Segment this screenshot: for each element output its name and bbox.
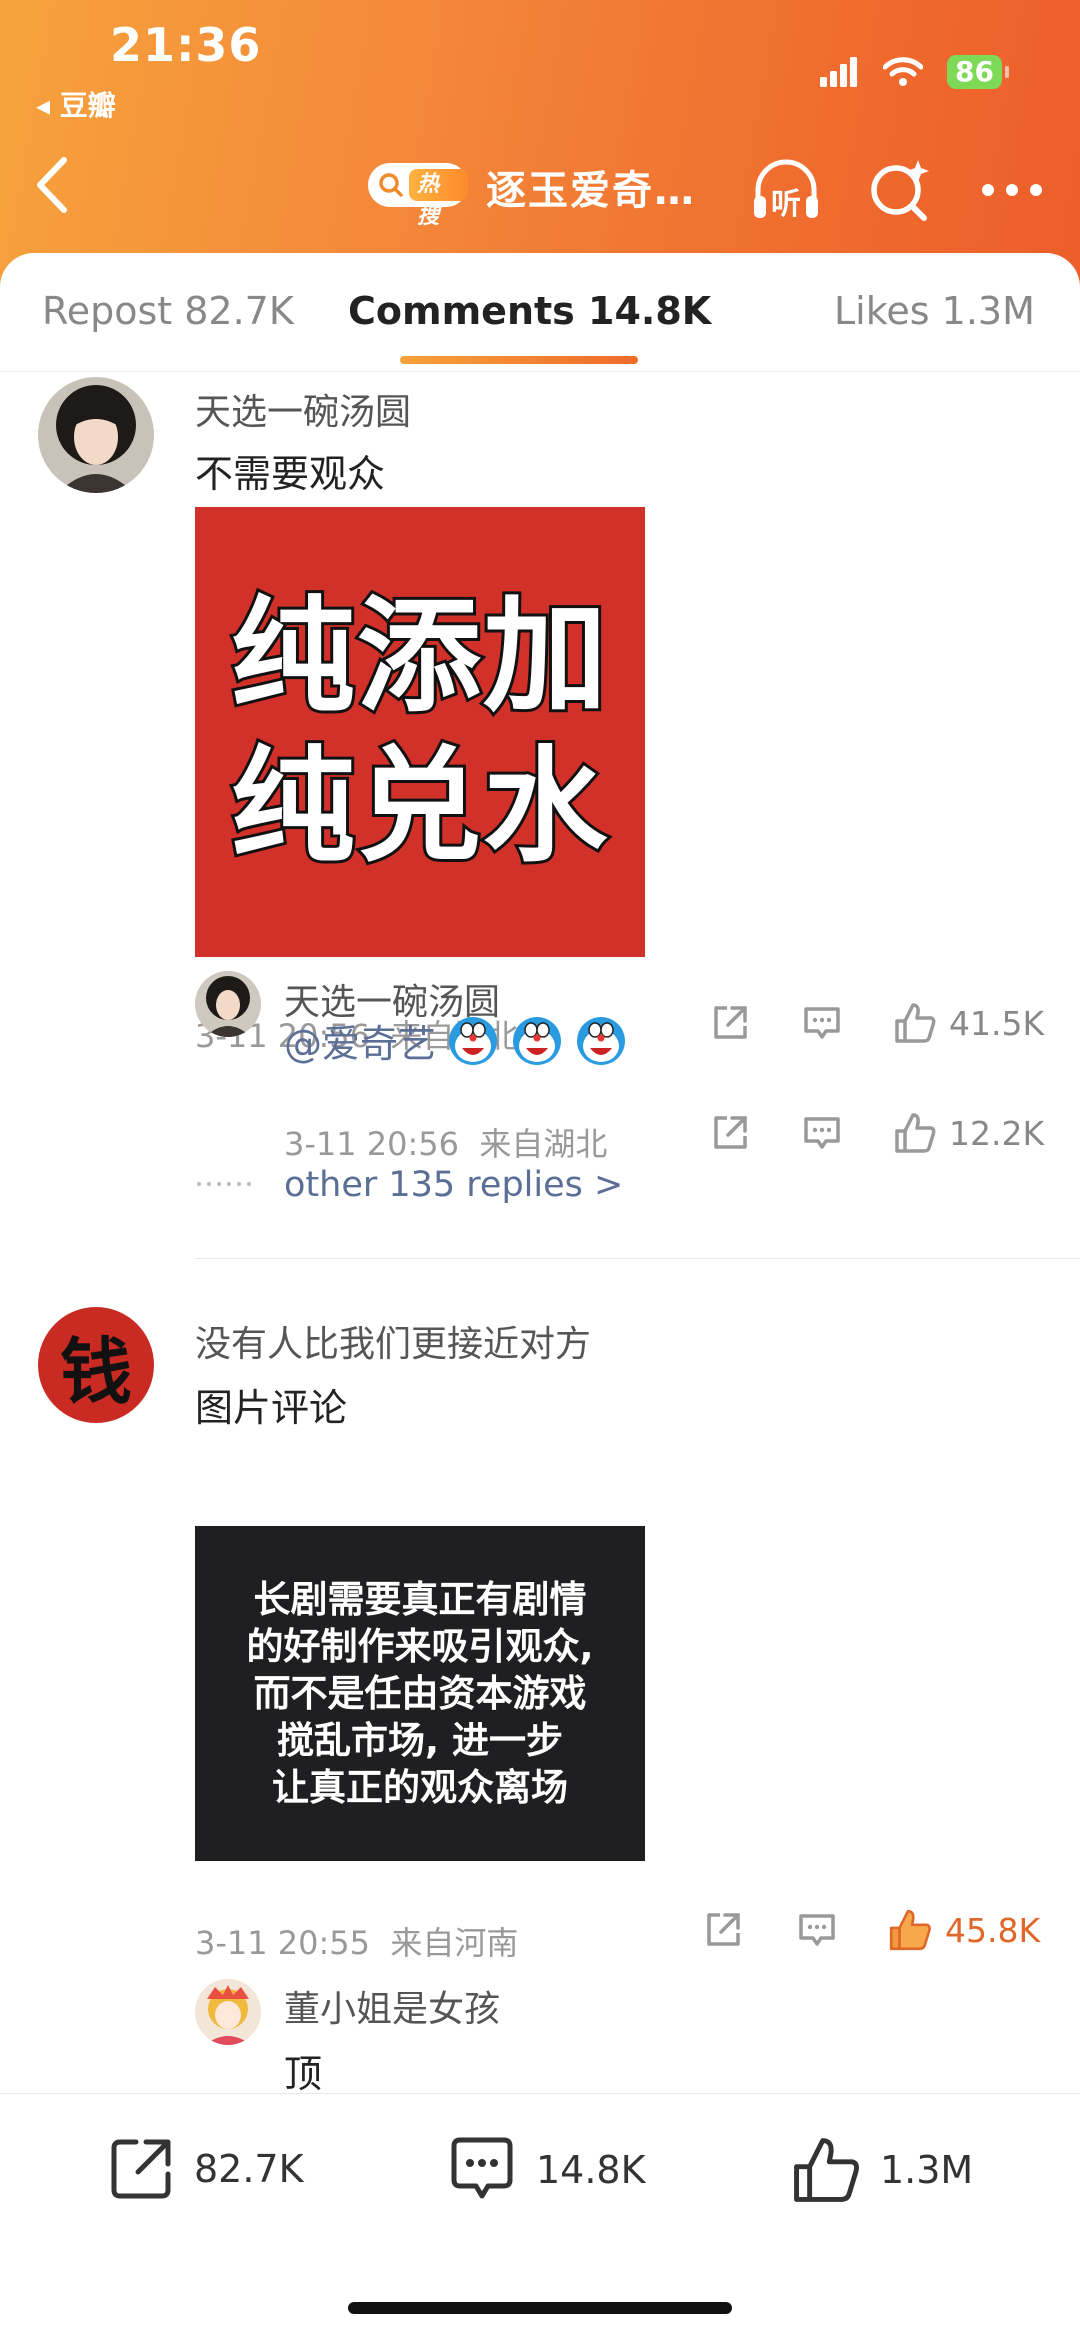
mention-link[interactable]: @爱奇艺	[284, 1013, 436, 1068]
avatar[interactable]: 钱	[38, 1307, 154, 1423]
share-button[interactable]	[710, 1003, 750, 1043]
avatar[interactable]	[38, 377, 154, 493]
comment-location: 来自河南	[390, 1924, 519, 1962]
reply-location: 来自湖北	[479, 1125, 608, 1163]
comment-icon	[804, 1117, 840, 1149]
reply-button[interactable]	[797, 1910, 837, 1950]
comment-divider	[195, 1258, 1080, 1259]
image-text-line: 纯兑水	[228, 732, 610, 882]
reply-text-row: @爱奇艺	[284, 1013, 628, 1068]
search-sparkle-icon	[871, 160, 929, 221]
share-button[interactable]	[703, 1910, 743, 1950]
comment-image[interactable]: 长剧需要真正有剧情 的好制作来吸引观众, 而不是任由资本游戏 搅乱市场, 进一步…	[195, 1526, 645, 1861]
reply-reply-button[interactable]	[802, 1113, 842, 1153]
reply-share-button[interactable]	[710, 1113, 750, 1153]
tab-bar: Repost 82.7K Comments 14.8K Likes 1.3M	[0, 253, 1080, 372]
comment-username[interactable]: 天选一碗汤圆	[195, 383, 411, 435]
tab-likes[interactable]: Likes 1.3M	[834, 289, 1035, 333]
thumbs-up-icon	[895, 1113, 936, 1153]
avatar[interactable]	[38, 253, 154, 369]
active-tab-indicator	[400, 356, 638, 364]
doraemon-emoji-icon	[449, 1016, 498, 1065]
like-post-count: 1.3M	[880, 2148, 974, 2192]
like-button[interactable]: 45.8K	[887, 1907, 1040, 1953]
comment-icon	[451, 2137, 513, 2199]
home-indicator[interactable]	[348, 2302, 732, 2314]
thumbs-up-icon	[895, 1003, 936, 1043]
doraemon-emoji-icon	[513, 1016, 562, 1065]
like-count: 45.8K	[945, 1910, 1041, 1950]
like-count: 41.5K	[949, 1003, 1045, 1043]
comment-text: 不需要观众	[195, 452, 386, 496]
status-icons: 86	[819, 52, 1009, 92]
comment-image[interactable]: 纯添加 纯兑水	[195, 507, 645, 957]
image-text-line: 的好制作来吸引观众,	[246, 1625, 594, 1668]
battery-indicator: 86	[947, 55, 1009, 89]
comments-sheet: Repost 82.7K Comments 14.8K Likes 1.3M 天…	[0, 253, 1080, 2093]
reply-avatar[interactable]	[195, 1979, 261, 2045]
more-replies-link[interactable]: other 135 replies >	[284, 1165, 623, 1205]
repost-button[interactable]: 82.7K	[106, 2134, 304, 2204]
comment-username[interactable]: 没有人比我们更接近对方	[195, 1315, 591, 1367]
share-icon	[714, 1116, 747, 1149]
share-icon	[111, 2139, 171, 2199]
image-text-line: 让真正的观众离场	[272, 1766, 568, 1809]
more-options-button[interactable]	[972, 150, 1052, 230]
avatar-char: 钱	[59, 1329, 132, 1414]
reply-time: 3-11 20:56	[284, 1125, 460, 1163]
image-text-line: 长剧需要真正有剧情	[253, 1578, 587, 1621]
repost-count: 82.7K	[194, 2147, 304, 2191]
tab-comments[interactable]: Comments 14.8K	[348, 289, 711, 333]
topic-title[interactable]: 逐玉爱奇…	[486, 158, 696, 216]
image-text-line: 而不是任由资本游戏	[253, 1672, 587, 1715]
thumbs-up-icon	[889, 1909, 931, 1951]
wifi-icon	[883, 57, 924, 86]
hot-search-badge[interactable]: 热搜	[368, 163, 468, 229]
reply-like-count: 12.2K	[949, 1113, 1045, 1153]
listen-button[interactable]: 听	[746, 150, 826, 230]
image-text-line: 纯添加	[228, 582, 610, 732]
thumbs-up-icon	[794, 2138, 859, 2202]
reply-meta: 3-11 20:56 来自湖北	[284, 1119, 607, 1165]
dotted-connector	[197, 1182, 251, 1186]
comment-count: 14.8K	[536, 2148, 646, 2192]
reply-like-button[interactable]: 12.2K	[893, 1111, 1044, 1155]
headphones-icon: 听	[754, 159, 818, 222]
comment-icon	[804, 1007, 840, 1039]
reply-avatar[interactable]	[195, 971, 261, 1037]
comment-time: 3-11 20:55	[195, 1924, 371, 1962]
comment-meta: 3-11 20:55 来自河南	[195, 1918, 518, 1964]
share-icon	[714, 1006, 747, 1039]
search-icon	[374, 168, 408, 202]
signal-icon	[820, 57, 858, 87]
search-sparkle-button[interactable]	[860, 150, 940, 230]
share-icon	[707, 1913, 740, 1946]
listen-label: 听	[771, 187, 801, 222]
hot-search-label: 热搜	[409, 169, 468, 229]
doraemon-emoji-icon	[577, 1016, 626, 1065]
reply-text: 顶	[284, 2052, 323, 2093]
comment-button[interactable]: 14.8K	[446, 2134, 646, 2206]
comment-text: 图片评论	[195, 1386, 348, 1430]
reply-username[interactable]: 董小姐是女孩	[284, 1980, 500, 2032]
like-post-button[interactable]: 1.3M	[790, 2134, 973, 2206]
comment-icon	[799, 1914, 835, 1946]
status-time: 21:36	[110, 18, 262, 72]
more-dots-icon	[982, 184, 1042, 196]
image-text-line: 搅乱市场, 进一步	[277, 1719, 563, 1762]
reply-button[interactable]	[802, 1003, 842, 1043]
like-button[interactable]: 41.5K	[893, 1001, 1044, 1045]
back-arrow-icon[interactable]	[26, 150, 76, 220]
back-to-app-link[interactable]: ◂ 豆瓣	[36, 84, 116, 124]
